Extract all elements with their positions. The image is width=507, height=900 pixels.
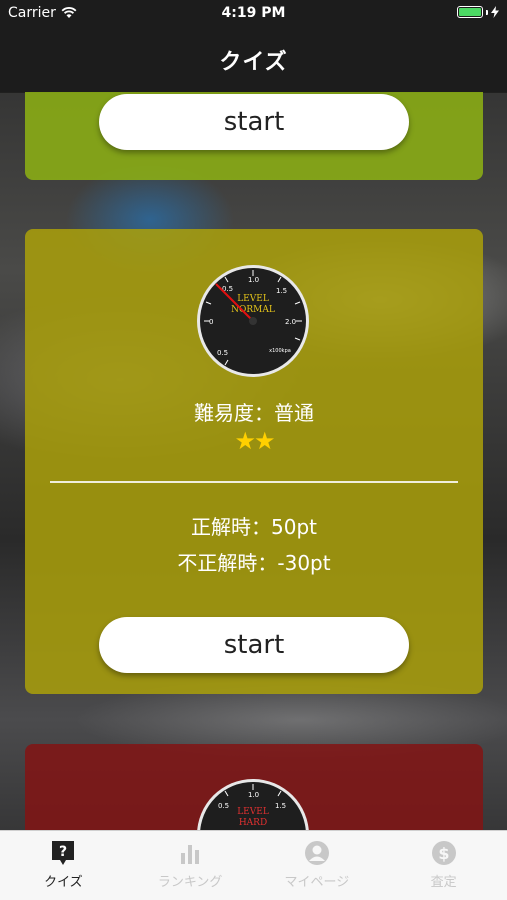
mypage-icon: [304, 841, 329, 865]
pressure-gauge-icon: 1.0 1.5 0.5 LEVEL HARD: [197, 779, 309, 830]
difficulty-stars-icon: ★★: [234, 427, 275, 455]
gauge-tick-label: 1.0: [248, 791, 259, 799]
difficulty-label: 難易度：普通: [194, 401, 314, 425]
status-time: 4:19 PM: [221, 5, 286, 21]
assessment-icon: $: [431, 841, 456, 865]
gauge-level-label: LEVEL: [237, 294, 269, 304]
tab-quiz[interactable]: ? クイズ: [0, 831, 127, 900]
pressure-gauge-icon: 1.0 1.5 2.0 0.5 0 0.5 LEVEL NORMAL x100k…: [197, 265, 309, 377]
gauge-tick-label: 1.5: [276, 287, 287, 295]
status-bar: Carrier 4:19 PM: [0, 0, 507, 28]
tab-ranking[interactable]: ランキング: [127, 831, 254, 900]
gauge-tick-label: 0.5: [217, 349, 228, 357]
tab-label: マイページ: [284, 875, 350, 890]
start-button-normal[interactable]: start: [99, 617, 409, 673]
ranking-icon: [181, 845, 200, 864]
tab-mypage[interactable]: マイページ: [254, 831, 381, 900]
quiz-card-normal: 1.0 1.5 2.0 0.5 0 0.5 LEVEL NORMAL x100k…: [25, 229, 483, 694]
quiz-icon: ?: [52, 841, 75, 865]
gauge-tick-label: 1.5: [275, 802, 286, 810]
navigation-bar: クイズ: [0, 28, 507, 92]
gauge-tick-label: 0: [209, 318, 213, 326]
gauge-tick-label: 0.5: [218, 802, 229, 810]
correct-points-label: 正解時：50pt: [191, 515, 317, 539]
tab-label: クイズ: [44, 875, 83, 890]
gauge-unit-label: x100kpa: [269, 348, 291, 354]
charging-bolt-icon: [491, 6, 499, 18]
svg-text:?: ?: [59, 844, 67, 860]
gauge-tick-label: 2.0: [285, 318, 296, 326]
tab-assessment[interactable]: $ 査定: [380, 831, 507, 900]
battery-icon: [457, 6, 483, 18]
page-title: クイズ: [219, 50, 288, 75]
quiz-card-easy: start: [25, 92, 483, 180]
battery-indicator: [457, 6, 499, 18]
gauge-level-label: LEVEL: [237, 807, 269, 817]
start-button-easy[interactable]: start: [99, 94, 409, 150]
gauge-tick-label: 1.0: [248, 276, 259, 284]
gauge-level-value: HARD: [239, 818, 267, 828]
svg-text:$: $: [438, 844, 449, 863]
quiz-card-hard: 1.0 1.5 0.5 LEVEL HARD: [25, 744, 483, 830]
tab-label: ランキング: [157, 875, 223, 890]
incorrect-points-label: 不正解時：-30pt: [177, 551, 331, 575]
tab-label: 査定: [430, 875, 457, 890]
tab-bar: ? クイズ ランキング マイページ $ 査定: [0, 830, 507, 900]
divider: [50, 481, 458, 483]
quiz-card-list[interactable]: start 1.0 1.5 2.0 0.5 0 0.5 LEVEL NORMAL…: [0, 92, 507, 830]
